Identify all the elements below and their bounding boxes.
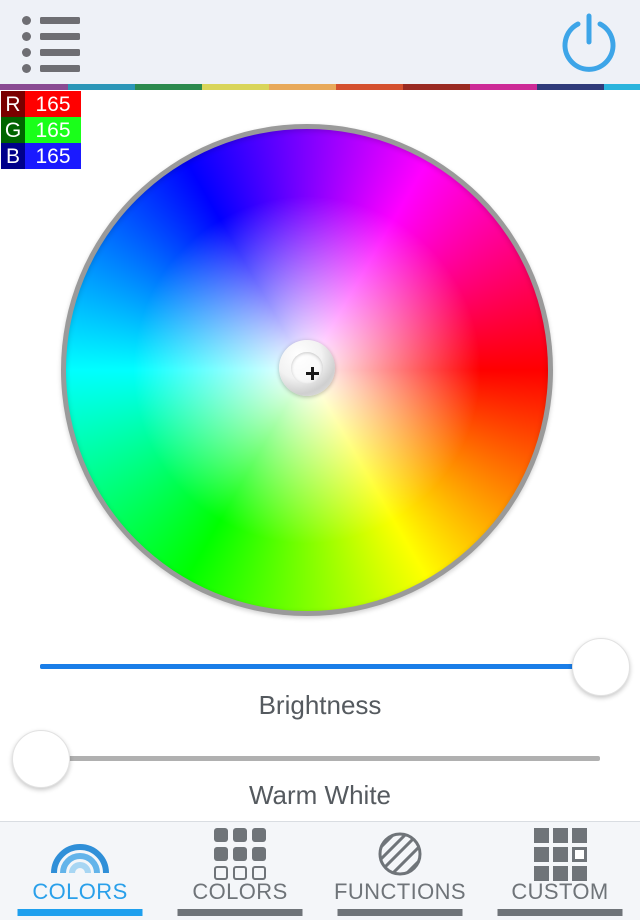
tab-label-custom: CUSTOM [511, 879, 609, 904]
power-button[interactable] [554, 8, 624, 78]
rgb-value-b: 165 [25, 143, 81, 169]
color-strip-segment-4 [269, 84, 336, 90]
rgb-row-r: R 165 [1, 91, 81, 117]
brightness-slider-knob[interactable] [572, 638, 630, 696]
hatched-circle-icon [377, 831, 423, 877]
app-root: R 165 G 165 B 165 Brightness Warm White … [0, 0, 640, 920]
app-header [0, 0, 640, 84]
warm-white-slider-track[interactable] [40, 756, 600, 761]
grid-dots-icon [214, 828, 266, 880]
color-strip-segment-8 [537, 84, 604, 90]
brightness-slider-fill [40, 664, 600, 669]
rgb-row-b: B 165 [1, 143, 81, 169]
tab-indicator-functions [337, 909, 463, 916]
rgb-readout: R 165 G 165 B 165 [0, 90, 82, 170]
tab-bar: COLORS COLORS FUNCTIONS CUSTOM [0, 821, 640, 920]
brightness-slider-track[interactable] [40, 664, 600, 669]
rgb-channel-b: B [1, 143, 25, 169]
color-strip-segment-3 [202, 84, 269, 90]
rgb-row-g: G 165 [1, 117, 81, 143]
color-strip [0, 84, 640, 90]
color-wheel-selector[interactable] [279, 340, 335, 396]
color-wheel[interactable] [61, 124, 553, 616]
tab-label-colors-grid: COLORS [192, 879, 288, 904]
menu-button[interactable] [14, 12, 98, 73]
tab-functions[interactable]: FUNCTIONS [320, 822, 480, 920]
tab-indicator-colors-wheel [17, 909, 143, 916]
tab-indicator-colors-grid [177, 909, 303, 916]
color-strip-segment-7 [470, 84, 537, 90]
rainbow-icon [48, 831, 112, 877]
brightness-label: Brightness [258, 690, 382, 720]
color-strip-segment-6 [403, 84, 470, 90]
rgb-channel-g: G [1, 117, 25, 143]
tab-colors-wheel[interactable]: COLORS [0, 822, 160, 920]
power-icon [562, 13, 616, 72]
grid-squares-icon [533, 827, 587, 881]
tab-custom[interactable]: CUSTOM [480, 822, 640, 920]
tab-label-functions: FUNCTIONS [334, 879, 466, 904]
color-strip-segment-9 [604, 84, 640, 90]
rgb-value-r: 165 [25, 91, 81, 117]
tab-label-colors-wheel: COLORS [32, 879, 128, 904]
warm-white-label: Warm White [248, 780, 392, 810]
color-strip-segment-2 [135, 84, 202, 90]
tab-indicator-custom [497, 909, 623, 916]
tab-colors-grid[interactable]: COLORS [160, 822, 320, 920]
rgb-channel-r: R [1, 91, 25, 117]
rgb-value-g: 165 [25, 117, 81, 143]
color-strip-segment-5 [336, 84, 403, 90]
